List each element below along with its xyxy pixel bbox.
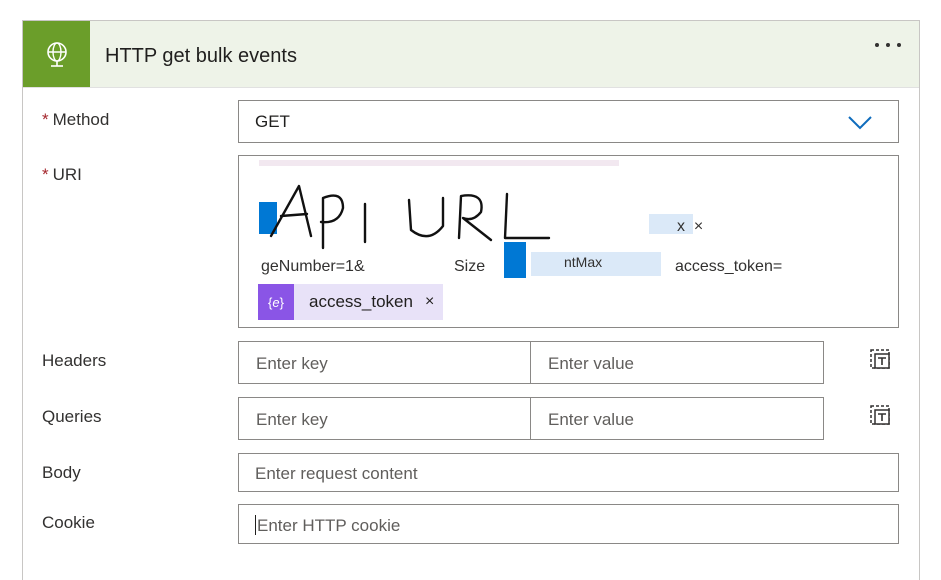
required-marker: * — [42, 110, 49, 129]
access-token-chip[interactable]: {e} access_token × — [258, 284, 443, 320]
card-title[interactable]: HTTP get bulk events — [105, 21, 297, 87]
uri-label: * URI — [42, 165, 82, 185]
more-options-icon[interactable] — [875, 43, 901, 47]
queries-value-input[interactable]: Enter value — [530, 397, 824, 440]
redaction-mark — [259, 160, 619, 166]
body-label: Body — [42, 463, 81, 482]
placeholder: Enter key — [256, 410, 328, 429]
placeholder: Enter HTTP cookie — [255, 515, 400, 536]
uri-fragment: access_token= — [675, 258, 783, 275]
method-label-text: Method — [52, 110, 110, 129]
headers-label: Headers — [42, 351, 107, 370]
placeholder: Enter request content — [255, 464, 418, 483]
uri-fragment: Size — [454, 258, 486, 275]
uri-input[interactable]: x × geNumber=1& Size ntMax access_token=… — [238, 155, 899, 328]
placeholder: Enter key — [256, 354, 328, 373]
uri-fragment: x × — [677, 218, 704, 235]
remove-token-icon[interactable]: × — [425, 293, 434, 311]
cookie-placeholder-text: Enter HTTP cookie — [257, 516, 401, 535]
queries-key-input[interactable]: Enter key — [238, 397, 531, 440]
cookie-label: Cookie — [42, 513, 95, 532]
queries-label: Queries — [42, 407, 102, 426]
placeholder: Enter value — [548, 354, 634, 373]
http-action-card: HTTP get bulk events * Method GET * URI x … — [22, 20, 920, 580]
headers-value-input[interactable]: Enter value — [530, 341, 824, 384]
headers-key-input[interactable]: Enter key — [238, 341, 531, 384]
uri-label-text: URI — [52, 165, 82, 184]
globe-icon — [23, 21, 90, 87]
uri-fragment: geNumber=1& — [261, 258, 365, 275]
body-input[interactable]: Enter request content — [238, 453, 899, 492]
token-label: access_token — [309, 292, 413, 311]
card-header[interactable]: HTTP get bulk events — [23, 21, 919, 88]
text-mode-icon[interactable] — [868, 403, 892, 432]
text-mode-icon[interactable] — [868, 347, 892, 376]
cookie-input[interactable]: Enter HTTP cookie — [238, 504, 899, 544]
method-dropdown[interactable]: GET — [238, 100, 899, 143]
placeholder: Enter value — [548, 410, 634, 429]
text-cursor — [255, 515, 256, 535]
required-marker: * — [42, 165, 49, 184]
method-value: GET — [255, 112, 290, 131]
dynamic-content-icon: {e} — [258, 284, 294, 320]
method-label: * Method — [42, 110, 109, 130]
handwritten-api-url-overlay — [269, 184, 551, 250]
chevron-down-icon[interactable] — [848, 115, 872, 135]
